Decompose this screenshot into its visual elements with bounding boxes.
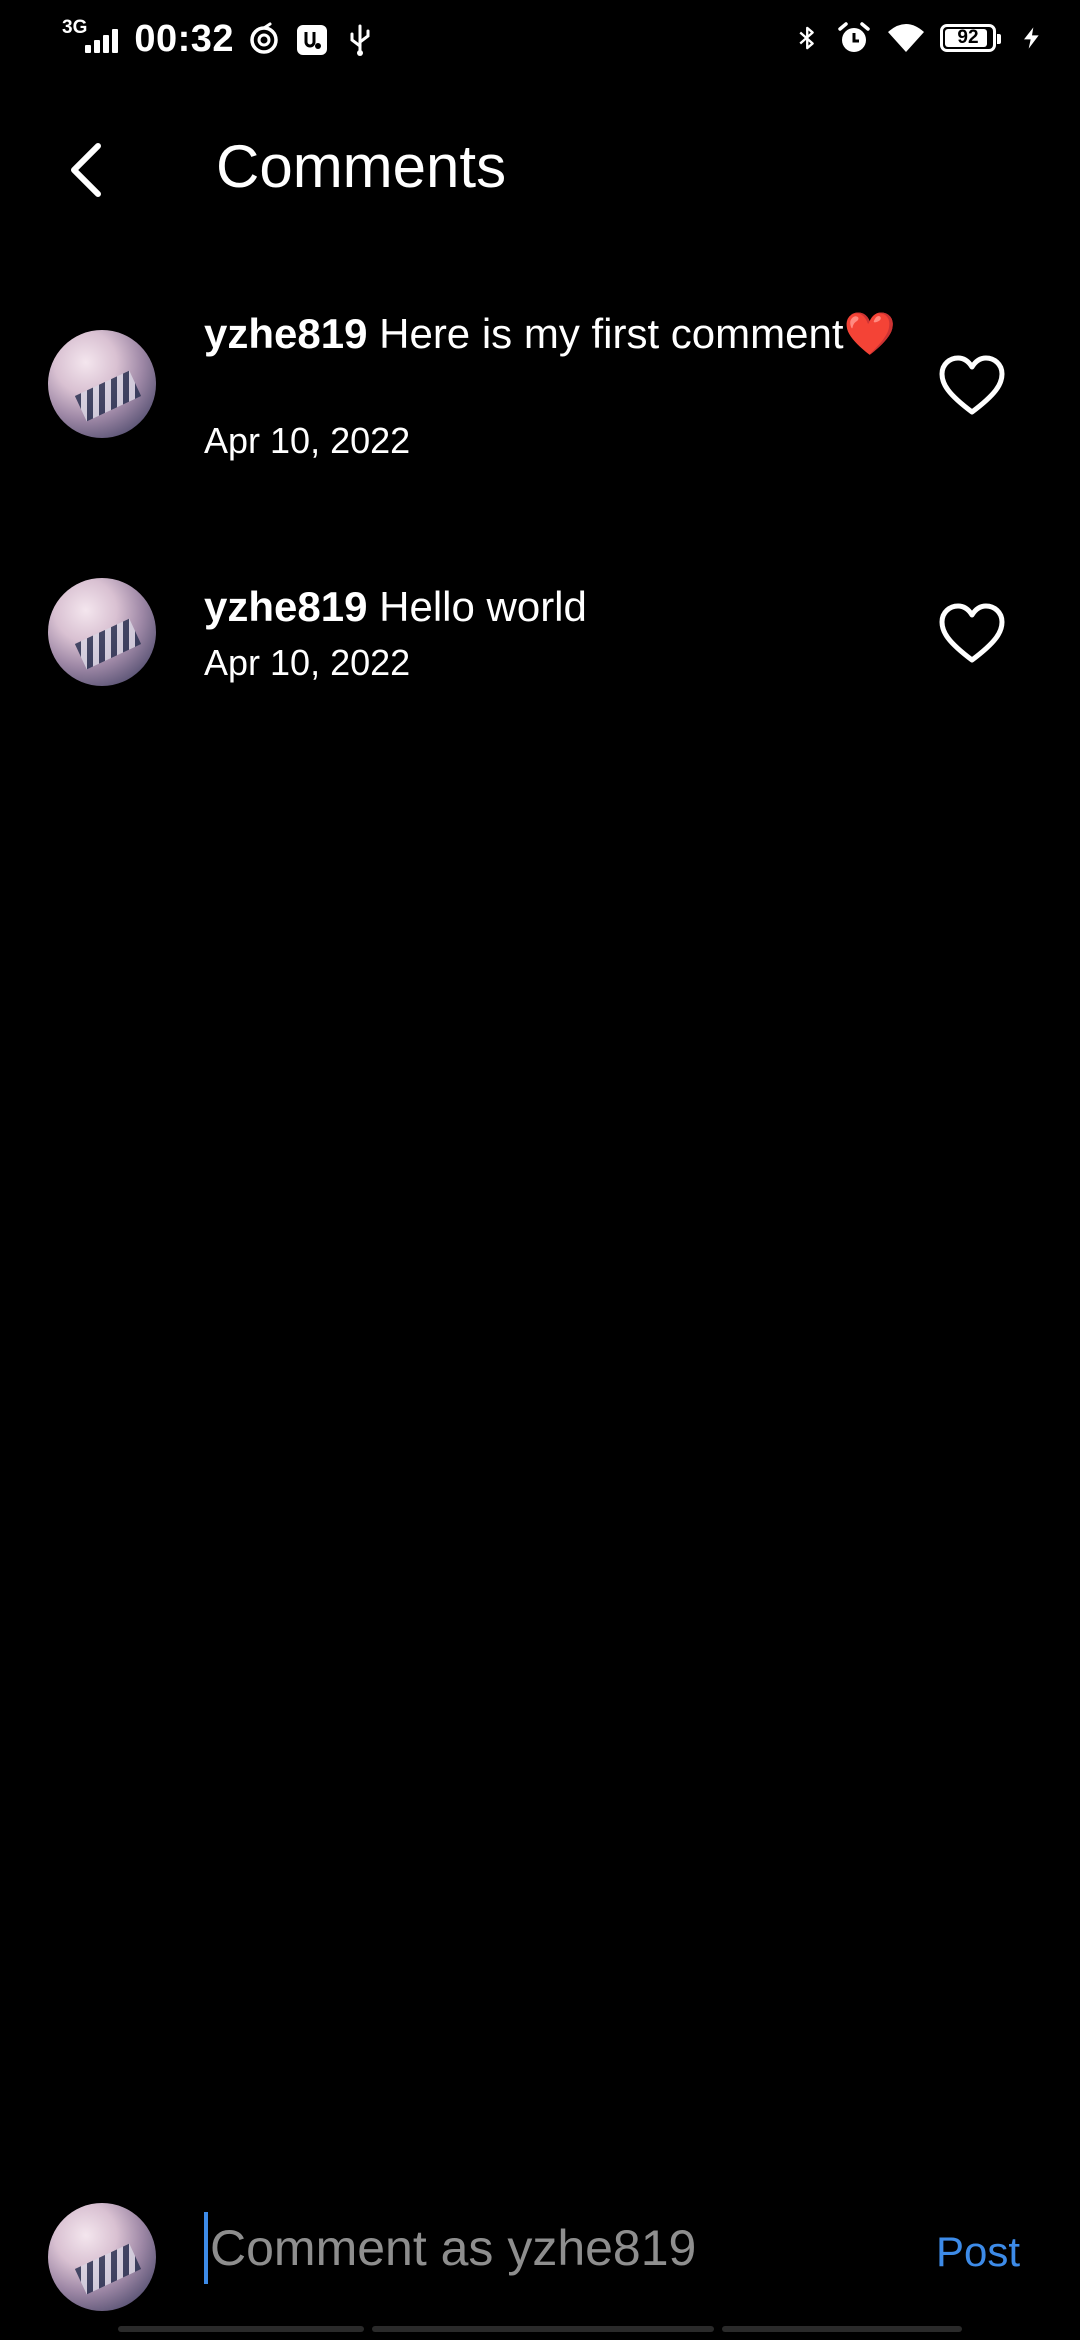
status-bar: 3G 00:32 92 (0, 0, 1080, 84)
network-type: 3G (62, 16, 88, 38)
charging-icon (1024, 27, 1039, 49)
heart-icon[interactable] (938, 602, 1006, 666)
battery-level: 92 (957, 27, 979, 48)
usb-icon (350, 24, 370, 56)
status-bar-left: 3G 00:32 (62, 16, 378, 61)
battery-icon: 92 (940, 24, 1001, 52)
comment-date: Apr 10, 2022 (204, 420, 411, 461)
comment-body: yzhe819 Here is my first comment❤️ (204, 308, 904, 359)
app-header: Comments (0, 120, 1080, 220)
wifi-icon (888, 24, 924, 52)
comment-username[interactable]: yzhe819 (204, 310, 367, 357)
comment-body: yzhe819 Hello world (204, 581, 904, 632)
app-notification-icon (297, 24, 328, 55)
comment-input[interactable] (204, 2212, 892, 2284)
comment-composer: Post (0, 2192, 1080, 2312)
comment-username[interactable]: yzhe819 (204, 583, 367, 630)
signal-icon (85, 27, 119, 53)
avatar[interactable] (48, 578, 156, 686)
back-arrow-icon[interactable] (54, 134, 126, 206)
status-bar-right: 92 (794, 20, 1044, 56)
page-title: Comments (216, 133, 507, 200)
clock: 00:32 (134, 18, 235, 60)
sync-icon (250, 22, 278, 54)
current-user-avatar (48, 2203, 156, 2311)
avatar[interactable] (48, 330, 156, 438)
comment-text: Hello world (379, 583, 587, 630)
comment-text: Here is my first comment❤️ (379, 310, 896, 357)
post-button[interactable]: Post (936, 2228, 1020, 2276)
heart-icon[interactable] (938, 354, 1006, 418)
bluetooth-icon (799, 26, 814, 50)
alarm-icon (838, 22, 870, 52)
comment-date: Apr 10, 2022 (204, 642, 411, 683)
bottom-nav-hint (118, 2326, 962, 2332)
